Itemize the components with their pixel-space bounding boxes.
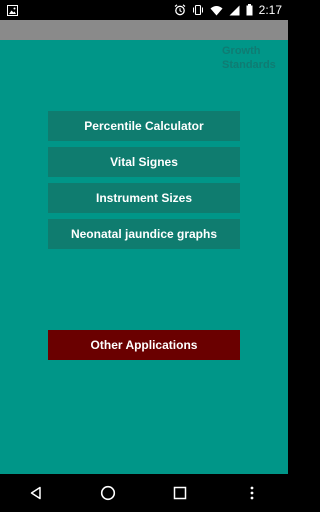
instrument-sizes-button[interactable]: Instrument Sizes — [48, 183, 240, 213]
status-right: 2:17 — [174, 3, 288, 17]
neonatal-jaundice-graphs-button[interactable]: Neonatal jaundice graphs — [48, 219, 240, 249]
battery-icon — [246, 4, 253, 16]
app-bar — [0, 20, 288, 40]
growth-standards-label: Growth Standards — [222, 44, 286, 72]
alarm-icon — [174, 4, 186, 16]
status-time: 2:17 — [258, 3, 282, 17]
percentile-calculator-button[interactable]: Percentile Calculator — [48, 111, 240, 141]
more-button[interactable] — [232, 474, 272, 512]
corner-title-line1: Growth — [222, 45, 261, 57]
other-applications-button[interactable]: Other Applications — [48, 330, 240, 360]
back-icon — [29, 486, 43, 500]
recents-button[interactable] — [160, 474, 200, 512]
navigation-bar — [0, 474, 288, 512]
vital-signes-button[interactable]: Vital Signes — [48, 147, 240, 177]
wifi-icon — [210, 5, 223, 16]
home-button[interactable] — [88, 474, 128, 512]
corner-title-line2: Standards — [222, 59, 276, 71]
back-button[interactable] — [16, 474, 56, 512]
recents-icon — [173, 486, 187, 500]
app-screen: 2:17 Growth Standards Percentile Calcula… — [0, 0, 288, 512]
home-icon — [100, 485, 116, 501]
status-left — [0, 4, 18, 16]
vibrate-icon — [192, 4, 204, 16]
more-icon — [250, 486, 254, 500]
status-bar: 2:17 — [0, 0, 288, 20]
signal-icon — [229, 5, 240, 16]
image-notification-icon — [7, 4, 18, 16]
